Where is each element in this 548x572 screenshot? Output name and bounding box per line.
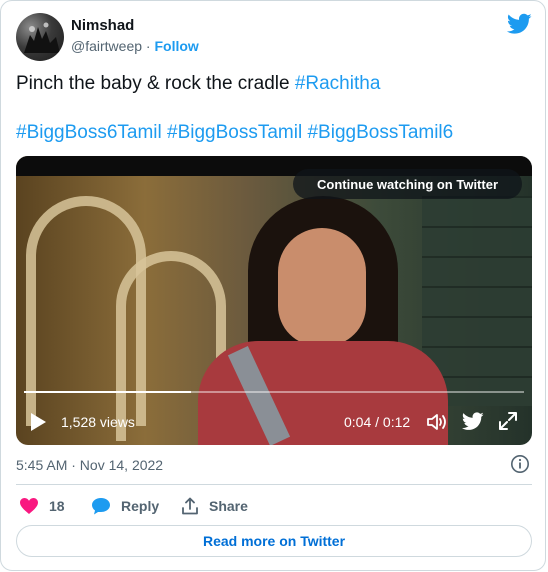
heart-icon — [20, 498, 38, 514]
hashtag-link[interactable]: #BiggBoss6Tamil — [16, 122, 162, 143]
tweet-card: Nimshad @fairtweep · Follow Pinch the ba… — [0, 0, 546, 571]
reply-button[interactable]: Reply — [91, 495, 159, 517]
info-icon[interactable] — [510, 454, 530, 474]
hashtag-link[interactable]: #BiggBossTamil — [167, 122, 302, 143]
hashtag-link[interactable]: #Rachitha — [295, 73, 381, 94]
author-handle[interactable]: @fairtweep — [71, 38, 142, 54]
like-count: 18 — [49, 498, 65, 514]
video-time: 0:04 / 0:12 — [344, 414, 411, 430]
tweet-text-body: Pinch the baby & rock the cradle — [16, 73, 295, 94]
video-progress-fill — [24, 391, 191, 393]
read-more-button[interactable]: Read more on Twitter — [16, 525, 532, 557]
reply-label: Reply — [121, 498, 160, 514]
hashtag-line: #BiggBoss6Tamil #BiggBossTamil #BiggBoss… — [16, 122, 453, 144]
twitter-logo-icon[interactable] — [507, 13, 532, 35]
share-button[interactable]: Share — [181, 495, 248, 517]
tweet-text: Pinch the baby & rock the cradle #Rachit… — [16, 73, 380, 95]
divider — [16, 484, 532, 485]
follow-button[interactable]: Follow — [154, 38, 198, 54]
author-name[interactable]: Nimshad — [71, 17, 134, 34]
play-icon[interactable] — [29, 412, 47, 432]
twitter-icon[interactable] — [462, 412, 484, 431]
video-views: 1,528 views — [61, 414, 135, 430]
share-icon — [182, 497, 198, 515]
expand-icon[interactable] — [498, 411, 518, 431]
volume-icon[interactable] — [426, 412, 448, 432]
video-progress-bar[interactable] — [24, 391, 524, 393]
video-frame-person — [278, 228, 366, 346]
hashtag-link[interactable]: #BiggBossTamil6 — [307, 122, 453, 143]
continue-watching-button[interactable]: Continue watching on Twitter — [293, 169, 522, 199]
tweet-timestamp[interactable]: 5:45 AM · Nov 14, 2022 — [16, 457, 163, 473]
like-button[interactable]: 18 — [19, 495, 65, 517]
author-handle-row: @fairtweep · Follow — [71, 38, 199, 54]
share-label: Share — [209, 498, 248, 514]
video-player[interactable]: Continue watching on Twitter 1,528 views… — [16, 156, 532, 445]
avatar[interactable] — [16, 13, 64, 61]
reply-bubble-icon — [92, 498, 110, 515]
separator-dot: · — [145, 38, 151, 54]
